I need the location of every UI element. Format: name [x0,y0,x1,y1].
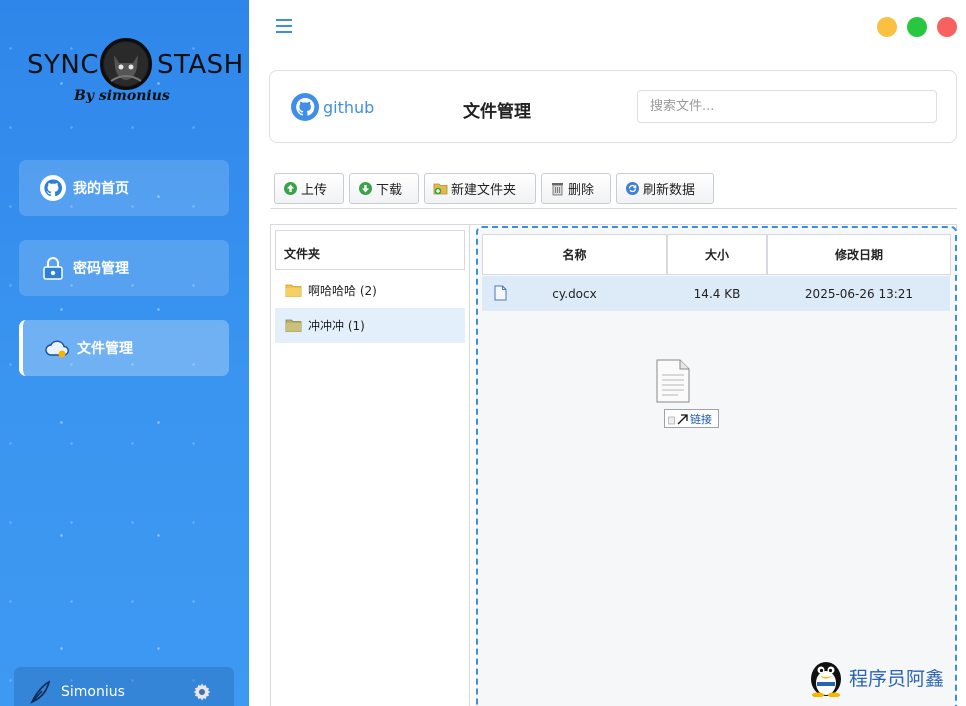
drag-tooltip: 链接 [664,409,719,428]
document-icon [656,359,690,403]
gear-icon[interactable] [192,682,212,706]
github-link[interactable]: github [290,92,374,122]
search-input[interactable] [637,90,937,123]
folder-pane: 文件夹 啊哈哈哈 (2) 冲冲冲 (1) [271,225,470,706]
file-name: cy.docx [552,287,597,301]
refresh-button[interactable]: 刷新数据 [616,173,714,204]
refresh-icon [626,182,639,195]
sidebar: SYNC STASH By simonius 我的首页 密码管理 文件管理 Si… [0,0,249,706]
github-icon [39,174,67,202]
penguin-icon [811,662,841,698]
logo-text-right: STASH [157,50,244,80]
file-size: 14.4 KB [693,287,741,301]
column-header-size[interactable]: 大小 [667,234,767,275]
file-browser: 文件夹 啊哈哈哈 (2) 冲冲冲 (1) 名称 大小 修改日期 cy.docx [270,224,957,706]
download-button[interactable]: 下载 [349,173,419,204]
table-row[interactable]: cy.docx 14.4 KB 2025-06-26 13:21 [482,276,950,311]
file-drop-zone[interactable]: 名称 大小 修改日期 cy.docx 14.4 KB 2025-06-26 13… [476,226,957,706]
link-arrow-icon [668,413,688,424]
folder-header: 文件夹 [275,230,465,270]
logo-cat-icon [100,38,152,90]
drag-ghost: 链接 [655,359,725,431]
folder-icon [285,284,302,297]
folder-plus-icon [433,183,448,195]
folder-item[interactable]: 冲冲冲 (1) [275,308,465,343]
close-button[interactable] [937,17,957,37]
cloud-icon [43,334,71,362]
toolbar-divider [270,208,957,209]
logo-text-left: SYNC [27,50,99,80]
sidebar-item-files[interactable]: 文件管理 [19,320,229,376]
github-label: github [323,97,375,117]
column-header-name[interactable]: 名称 [482,234,667,275]
user-name: Simonius [61,684,125,700]
watermark-text: 程序员阿鑫 [849,668,945,690]
sidebar-item-home[interactable]: 我的首页 [19,160,229,216]
arrow-up-icon [284,182,297,195]
menu-icon[interactable] [274,15,296,37]
github-icon [291,93,319,121]
file-modified: 2025-06-26 13:21 [804,287,914,301]
lock-icon [39,254,67,282]
app-logo: SYNC STASH By simonius [0,36,249,116]
delete-button[interactable]: 删除 [541,173,611,204]
sidebar-item-label: 文件管理 [77,341,133,357]
sidebar-item-passwords[interactable]: 密码管理 [19,240,229,296]
page-title: 文件管理 [463,102,531,122]
new-folder-button[interactable]: 新建文件夹 [424,173,536,204]
minimize-button[interactable] [877,17,897,37]
sidebar-item-label: 我的首页 [73,181,129,197]
trash-icon [552,183,563,196]
folder-open-icon [285,319,302,332]
sidebar-item-label: 密码管理 [73,261,129,277]
feather-icon [28,680,52,706]
watermark: 程序员阿鑫 [805,655,960,698]
upload-button[interactable]: 上传 [274,173,344,204]
user-card[interactable]: Simonius [14,667,234,706]
folder-item[interactable]: 啊哈哈哈 (2) [275,273,465,308]
header-card: github 文件管理 [269,70,957,143]
column-header-modified[interactable]: 修改日期 [767,234,951,275]
logo-tagline: By simonius [74,88,170,104]
maximize-button[interactable] [907,17,927,37]
arrow-down-icon [359,182,372,195]
